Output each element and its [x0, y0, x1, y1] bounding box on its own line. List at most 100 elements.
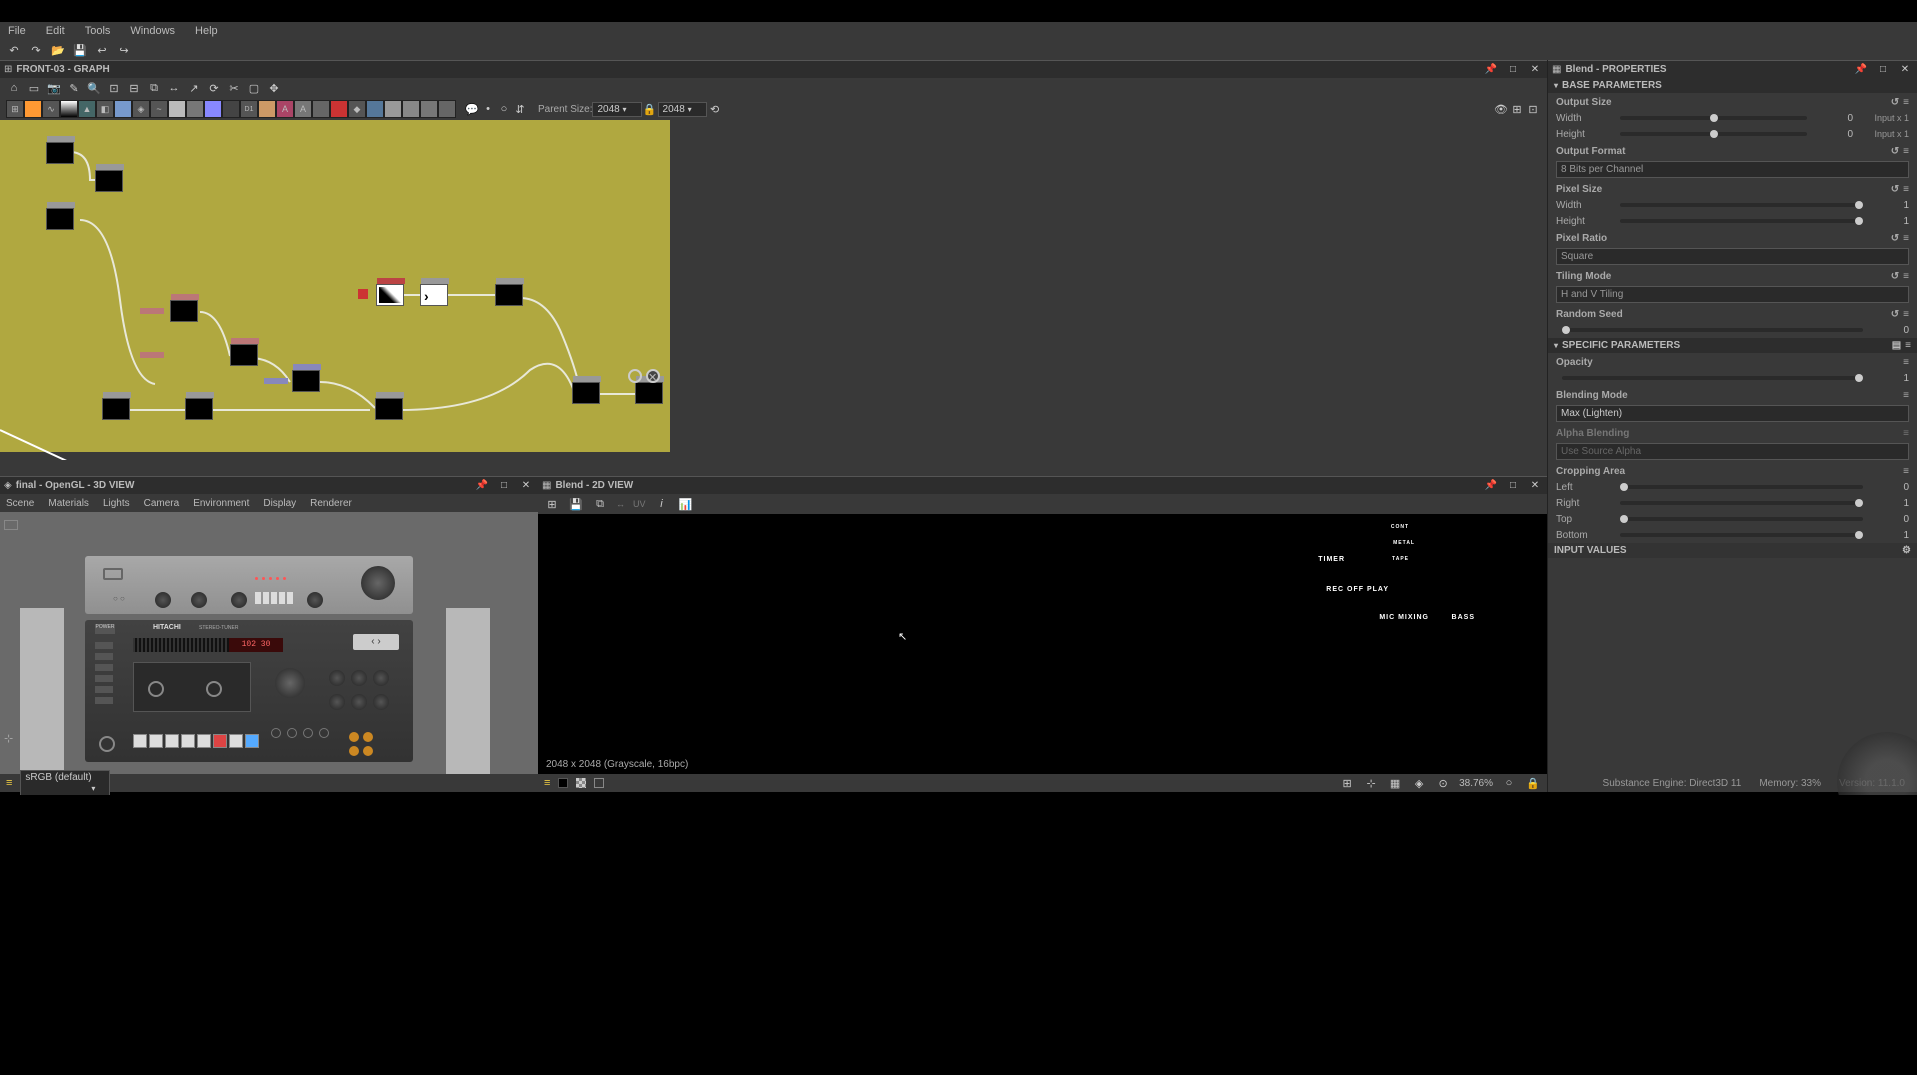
- camera-icon[interactable]: 📷: [46, 80, 62, 96]
- scissors-icon[interactable]: ✂: [226, 80, 242, 96]
- crop-icon[interactable]: ✥: [266, 80, 282, 96]
- link-icon[interactable]: ↔: [166, 80, 182, 96]
- frame-icon[interactable]: ▢: [246, 80, 262, 96]
- random-seed-value[interactable]: 0: [1869, 325, 1909, 336]
- node-gradient[interactable]: [60, 100, 78, 118]
- graph-node[interactable]: [375, 398, 403, 420]
- menu-tools[interactable]: Tools: [85, 25, 111, 37]
- save-icon[interactable]: 💾: [72, 42, 88, 58]
- node-uniform-color[interactable]: [24, 100, 42, 118]
- menu-display[interactable]: Display: [263, 498, 296, 509]
- graph-node[interactable]: [230, 344, 258, 366]
- redo-icon[interactable]: ↪: [116, 42, 132, 58]
- node-tool-1[interactable]: ⊞: [6, 100, 24, 118]
- graph-node[interactable]: [102, 398, 130, 420]
- dot-icon[interactable]: ○: [496, 101, 512, 117]
- menu-icon[interactable]: ≡: [1903, 390, 1909, 401]
- new-icon[interactable]: ⊞: [544, 496, 560, 512]
- node-text[interactable]: A: [276, 100, 294, 118]
- crop-left-value[interactable]: 0: [1869, 482, 1909, 493]
- reset-icon[interactable]: ↺: [1891, 233, 1899, 244]
- node-g2[interactable]: [402, 100, 420, 118]
- crop-right-value[interactable]: 1: [1869, 498, 1909, 509]
- colorspace-dropdown[interactable]: sRGB (default): [20, 770, 110, 796]
- close-icon[interactable]: ✕: [1897, 62, 1913, 78]
- pixel-height-slider[interactable]: [1620, 219, 1863, 223]
- node-tile[interactable]: [366, 100, 384, 118]
- collapse-icon[interactable]: ⊟: [126, 80, 142, 96]
- home-icon[interactable]: ⌂: [6, 80, 22, 96]
- menu-materials[interactable]: Materials: [48, 498, 89, 509]
- menu-icon[interactable]: ≡: [1903, 184, 1909, 195]
- opacity-value[interactable]: 1: [1869, 373, 1909, 384]
- lock-size-icon[interactable]: 🔒: [642, 101, 658, 117]
- menu-icon[interactable]: ≡: [1903, 146, 1909, 157]
- menu-icon[interactable]: ≡: [1905, 340, 1911, 351]
- maximize-icon[interactable]: □: [1505, 62, 1521, 78]
- random-seed-slider[interactable]: [1562, 328, 1863, 332]
- fit-icon[interactable]: ⊡: [106, 80, 122, 96]
- gear-icon[interactable]: ⚙: [1902, 545, 1911, 556]
- reset-icon[interactable]: ↺: [1891, 184, 1899, 195]
- menu-lights[interactable]: Lights: [103, 498, 130, 509]
- node-levels[interactable]: ▲: [78, 100, 96, 118]
- view-mode-3-icon[interactable]: ⊡: [1525, 101, 1541, 117]
- maximize-icon[interactable]: □: [1505, 478, 1521, 494]
- menu-edit[interactable]: Edit: [46, 25, 65, 37]
- camera-icon[interactable]: [4, 520, 18, 530]
- node-transform[interactable]: [168, 100, 186, 118]
- tiling-mode-select[interactable]: H and V Tiling: [1556, 286, 1909, 303]
- pixel-height-value[interactable]: 1: [1869, 216, 1909, 227]
- histogram-icon[interactable]: 📊: [678, 496, 694, 512]
- layers-icon[interactable]: ≡: [6, 777, 12, 789]
- node-warp[interactable]: ~: [150, 100, 168, 118]
- forward-icon[interactable]: ↷: [28, 42, 44, 58]
- refresh-icon[interactable]: ⟳: [206, 80, 222, 96]
- menu-icon[interactable]: ≡: [1903, 271, 1909, 282]
- graph-node[interactable]: [46, 208, 74, 230]
- base-parameters-header[interactable]: BASE PARAMETERS: [1548, 78, 1917, 93]
- maximize-icon[interactable]: □: [496, 478, 512, 494]
- crop-bottom-value[interactable]: 1: [1869, 530, 1909, 541]
- node-bitmap[interactable]: [312, 100, 330, 118]
- graph-node[interactable]: [376, 284, 404, 306]
- crop-bottom-slider[interactable]: [1620, 533, 1863, 537]
- node-blur[interactable]: [114, 100, 132, 118]
- graph-canvas[interactable]: ✕ ›: [0, 120, 1547, 476]
- pixel-width-slider[interactable]: [1620, 203, 1863, 207]
- node-g4[interactable]: [438, 100, 456, 118]
- graph-node[interactable]: [292, 370, 320, 392]
- graph-node[interactable]: [495, 284, 523, 306]
- width-value[interactable]: 0: [1813, 113, 1853, 124]
- graph-node[interactable]: [185, 398, 213, 420]
- menu-icon[interactable]: ≡: [1903, 233, 1909, 244]
- graph-node[interactable]: [95, 170, 123, 192]
- comment-icon[interactable]: 💬: [464, 101, 480, 117]
- reset-icon[interactable]: ↺: [1891, 97, 1899, 108]
- node-fx[interactable]: [330, 100, 348, 118]
- tile-icon[interactable]: ◈: [1411, 775, 1427, 791]
- reset-icon[interactable]: ↺: [1891, 146, 1899, 157]
- zoom-reset-icon[interactable]: ○: [1501, 775, 1517, 791]
- width-slider[interactable]: [1620, 116, 1807, 120]
- specific-parameters-header[interactable]: SPECIFIC PARAMETERS ▤≡: [1548, 338, 1917, 353]
- graph-node[interactable]: ›: [420, 284, 448, 306]
- save-icon[interactable]: 💾: [568, 496, 584, 512]
- pixel-ratio-select[interactable]: Square: [1556, 248, 1909, 265]
- graph-node[interactable]: [170, 300, 198, 322]
- dup-icon[interactable]: ⧉: [146, 80, 162, 96]
- select-icon[interactable]: ▭: [26, 80, 42, 96]
- node-fx2[interactable]: ◆: [348, 100, 366, 118]
- pixel-width-value[interactable]: 1: [1869, 200, 1909, 211]
- eyedropper-icon[interactable]: ✎: [66, 80, 82, 96]
- input-values-header[interactable]: INPUT VALUES ⚙: [1548, 543, 1917, 558]
- snap-icon[interactable]: ▦: [1387, 775, 1403, 791]
- size-dropdown[interactable]: 2048: [658, 102, 707, 117]
- arrow-icon[interactable]: ↗: [186, 80, 202, 96]
- reset-size-icon[interactable]: ⟲: [707, 101, 723, 117]
- menu-icon[interactable]: ≡: [1903, 466, 1909, 477]
- grid-icon[interactable]: ⊞: [1339, 775, 1355, 791]
- menu-camera[interactable]: Camera: [144, 498, 180, 509]
- blending-mode-select[interactable]: Max (Lighten): [1556, 405, 1909, 422]
- opacity-slider[interactable]: [1562, 376, 1863, 380]
